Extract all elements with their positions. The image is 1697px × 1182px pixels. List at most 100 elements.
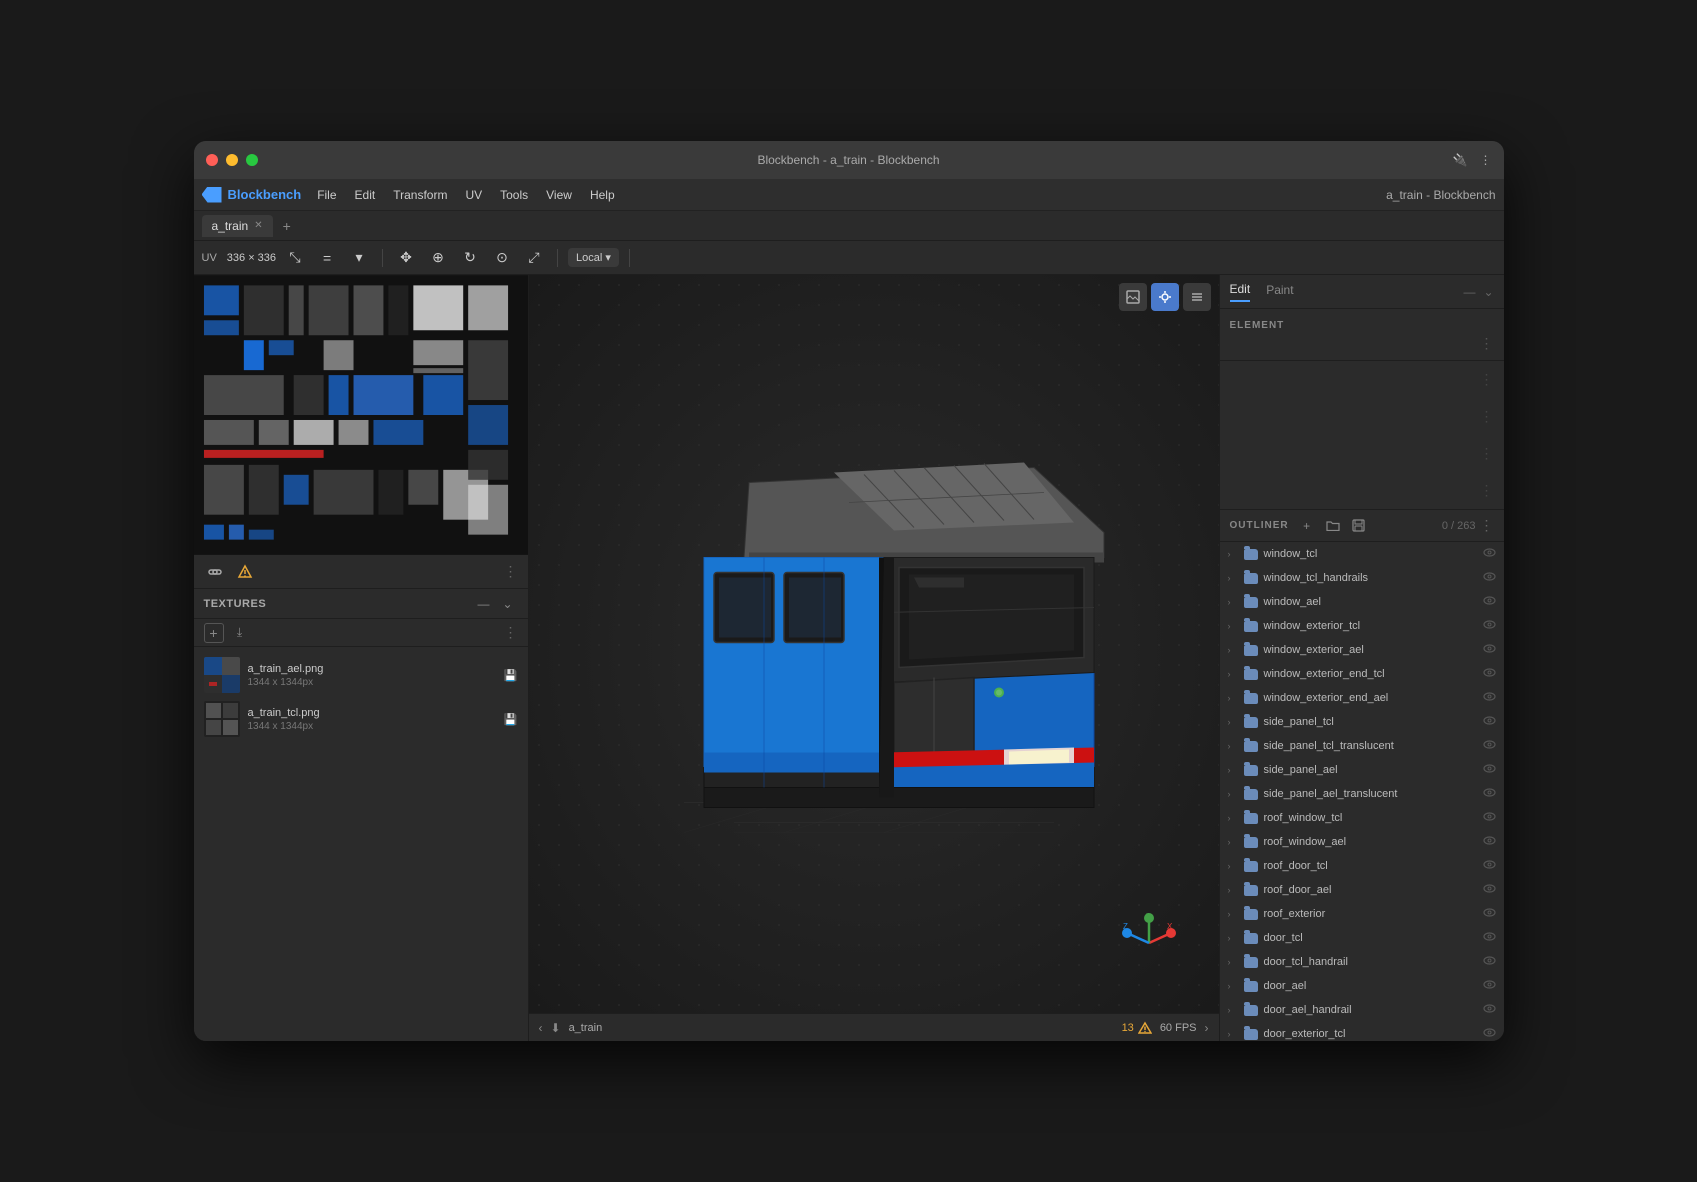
viewport-canvas[interactable]: X Y Z — [529, 275, 1219, 1013]
fit-icon[interactable]: ⤡ — [282, 245, 308, 271]
outliner-folder-button[interactable] — [1323, 516, 1343, 536]
plugin-icon[interactable]: 🔌 — [1453, 153, 1468, 167]
outliner-item-roof-door-tcl[interactable]: › roof_door_tcl — [1220, 854, 1504, 878]
texture-item-tcl[interactable]: a_train_tcl.png 1344 x 1344px 💾 — [194, 697, 528, 741]
outliner-item-roof-window-tcl[interactable]: › roof_window_tcl — [1220, 806, 1504, 830]
dots-menu-icon[interactable]: ⋮ — [1480, 153, 1492, 167]
menu-file[interactable]: File — [309, 185, 344, 205]
outliner-eye-icon[interactable] — [1483, 836, 1496, 848]
outliner-item-window-exterior-ael[interactable]: › window_exterior_ael — [1220, 638, 1504, 662]
outliner-item-side-panel-tcl[interactable]: › side_panel_tcl — [1220, 710, 1504, 734]
right-tab-chevron-icon[interactable]: ⌄ — [1483, 285, 1493, 299]
outliner-item-window-tcl[interactable]: › window_tcl — [1220, 542, 1504, 566]
outliner-eye-icon[interactable] — [1483, 548, 1496, 560]
outliner-item-side-panel-ael[interactable]: › side_panel_ael — [1220, 758, 1504, 782]
outliner-eye-icon[interactable] — [1483, 740, 1496, 752]
local-dropdown[interactable]: Local ▾ — [568, 248, 619, 267]
outliner-eye-icon[interactable] — [1483, 692, 1496, 704]
outliner-eye-icon[interactable] — [1483, 956, 1496, 968]
outliner-eye-icon[interactable] — [1483, 596, 1496, 608]
outliner-item-door-ael[interactable]: › door_ael — [1220, 974, 1504, 998]
cursor-icon[interactable]: ✥ — [393, 245, 419, 271]
app-name: Blockbench — [228, 187, 302, 202]
outliner-item-side-panel-ael-translucent[interactable]: › side_panel_ael_translucent — [1220, 782, 1504, 806]
outliner-item-window-exterior-end-tcl[interactable]: › window_exterior_end_tcl — [1220, 662, 1504, 686]
menu-uv[interactable]: UV — [457, 185, 490, 205]
tab-edit[interactable]: Edit — [1230, 282, 1251, 302]
outliner-eye-icon[interactable] — [1483, 860, 1496, 872]
move-icon[interactable]: ⊕ — [425, 245, 451, 271]
status-next-button[interactable]: › — [1205, 1021, 1209, 1035]
textures-chevron-icon[interactable]: ⌄ — [498, 594, 518, 614]
outliner-add-button[interactable]: + — [1297, 516, 1317, 536]
outliner-eye-icon[interactable] — [1483, 1004, 1496, 1016]
tab-close-button[interactable]: ✕ — [254, 220, 262, 231]
outliner-item-window-exterior-end-ael[interactable]: › window_exterior_end_ael — [1220, 686, 1504, 710]
sun-view-button[interactable] — [1151, 283, 1179, 311]
uv-canvas[interactable] — [194, 275, 528, 555]
outliner-eye-icon[interactable] — [1483, 764, 1496, 776]
outliner-item-roof-door-ael[interactable]: › roof_door_ael — [1220, 878, 1504, 902]
link-tool-icon[interactable] — [204, 561, 226, 583]
outliner-arrow: › — [1228, 933, 1238, 943]
outliner-eye-icon[interactable] — [1483, 1028, 1496, 1040]
tool-more-icon[interactable]: ⋮ — [504, 563, 518, 580]
rotate-icon[interactable]: ↻ — [457, 245, 483, 271]
outliner-eye-icon[interactable] — [1483, 932, 1496, 944]
outliner-more-icon[interactable]: ⋮ — [1480, 517, 1494, 534]
menu-edit[interactable]: Edit — [347, 185, 384, 205]
frame-icon[interactable]: ⤢ — [521, 245, 547, 271]
image-view-button[interactable] — [1119, 283, 1147, 311]
outliner-item-roof-window-ael[interactable]: › roof_window_ael — [1220, 830, 1504, 854]
equals-icon[interactable]: = — [314, 245, 340, 271]
add-texture-button[interactable]: + — [204, 623, 224, 643]
texture-save-ael[interactable]: 💾 — [504, 669, 518, 682]
tab-a-train[interactable]: a_train ✕ — [202, 215, 273, 237]
outliner-item-door-tcl-handrail[interactable]: › door_tcl_handrail — [1220, 950, 1504, 974]
outliner-eye-icon[interactable] — [1483, 788, 1496, 800]
outliner-label: OUTLINER — [1230, 520, 1289, 531]
element-dots-icon[interactable]: ⋮ — [1480, 335, 1494, 352]
menu-help[interactable]: Help — [582, 185, 623, 205]
outliner-eye-icon[interactable] — [1483, 644, 1496, 656]
menu-transform[interactable]: Transform — [385, 185, 455, 205]
outliner-eye-icon[interactable] — [1483, 716, 1496, 728]
outliner-item-side-panel-tcl-translucent[interactable]: › side_panel_tcl_translucent — [1220, 734, 1504, 758]
resize-icon[interactable]: ▾ — [346, 245, 372, 271]
list-view-button[interactable] — [1183, 283, 1211, 311]
outliner-arrow: › — [1228, 669, 1238, 679]
outliner-save-button[interactable] — [1349, 516, 1369, 536]
outliner-eye-icon[interactable] — [1483, 908, 1496, 920]
outliner-eye-icon[interactable] — [1483, 884, 1496, 896]
outliner-item-roof-exterior[interactable]: › roof_exterior — [1220, 902, 1504, 926]
outliner-eye-icon[interactable] — [1483, 812, 1496, 824]
minimize-button[interactable] — [226, 154, 238, 166]
texture-item-ael[interactable]: a_train_ael.png 1344 x 1344px 💾 — [194, 653, 528, 697]
maximize-button[interactable] — [246, 154, 258, 166]
outliner-item-door-ael-handrail[interactable]: › door_ael_handrail — [1220, 998, 1504, 1022]
textures-more-icon[interactable]: ⋮ — [504, 624, 518, 641]
menu-tools[interactable]: Tools — [492, 185, 536, 205]
texture-save-tcl[interactable]: 💾 — [504, 713, 518, 726]
outliner-eye-icon[interactable] — [1483, 620, 1496, 632]
outliner-eye-icon[interactable] — [1483, 572, 1496, 584]
outliner-item-door-exterior-tcl[interactable]: › door_exterior_tcl — [1220, 1022, 1504, 1041]
right-tab-minimize-icon[interactable]: — — [1463, 285, 1475, 299]
status-prev-button[interactable]: ‹ — [539, 1021, 543, 1035]
toolbar-divider-2 — [557, 249, 558, 267]
outliner-item-door-tcl[interactable]: › door_tcl — [1220, 926, 1504, 950]
import-texture-button[interactable]: ⤓ — [230, 623, 250, 643]
tab-add-button[interactable]: + — [277, 218, 297, 234]
target-icon[interactable]: ⊙ — [489, 245, 515, 271]
3d-gizmo[interactable]: X Y Z — [1119, 913, 1179, 973]
alert-tool-icon[interactable] — [234, 561, 256, 583]
outliner-item-window-tcl-handrails[interactable]: › window_tcl_handrails — [1220, 566, 1504, 590]
tab-paint[interactable]: Paint — [1266, 283, 1293, 301]
window-controls[interactable] — [206, 154, 258, 166]
outliner-item-window-ael[interactable]: › window_ael — [1220, 590, 1504, 614]
close-button[interactable] — [206, 154, 218, 166]
outliner-eye-icon[interactable] — [1483, 980, 1496, 992]
outliner-eye-icon[interactable] — [1483, 668, 1496, 680]
menu-view[interactable]: View — [538, 185, 580, 205]
outliner-item-window-exterior-tcl[interactable]: › window_exterior_tcl — [1220, 614, 1504, 638]
